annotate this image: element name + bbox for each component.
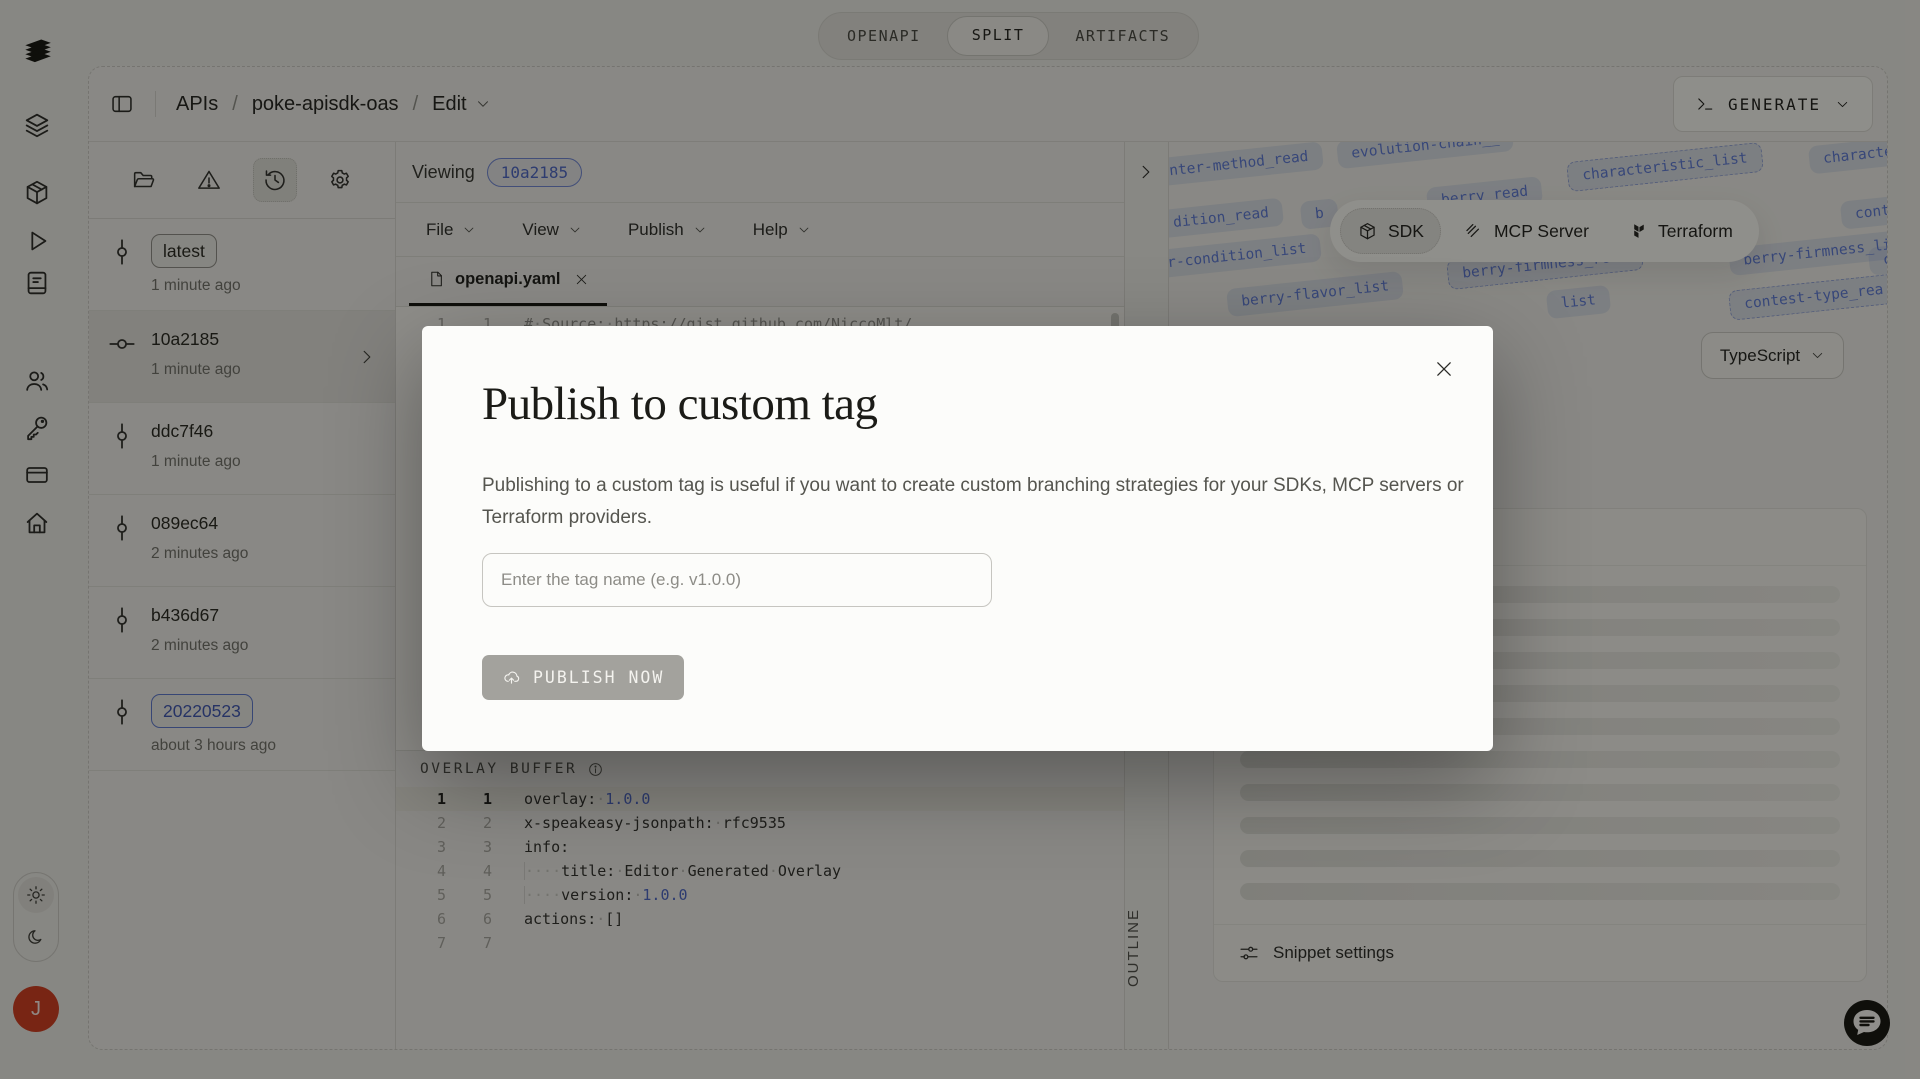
tag-name-input[interactable] bbox=[482, 553, 992, 607]
modal-title: Publish to custom tag bbox=[482, 376, 1433, 432]
app-root: OPENAPISPLITARTIFACTS J APIs / poke-apis… bbox=[0, 0, 1920, 1079]
modal-description: Publishing to a custom tag is useful if … bbox=[482, 470, 1472, 534]
publish-now-button[interactable]: PUBLISH NOW bbox=[482, 655, 684, 700]
publish-tag-modal: Publish to custom tag Publishing to a cu… bbox=[422, 326, 1493, 751]
publish-now-label: PUBLISH NOW bbox=[533, 668, 664, 687]
cloud-upload-icon bbox=[502, 668, 521, 687]
close-modal-icon[interactable] bbox=[1433, 358, 1455, 380]
